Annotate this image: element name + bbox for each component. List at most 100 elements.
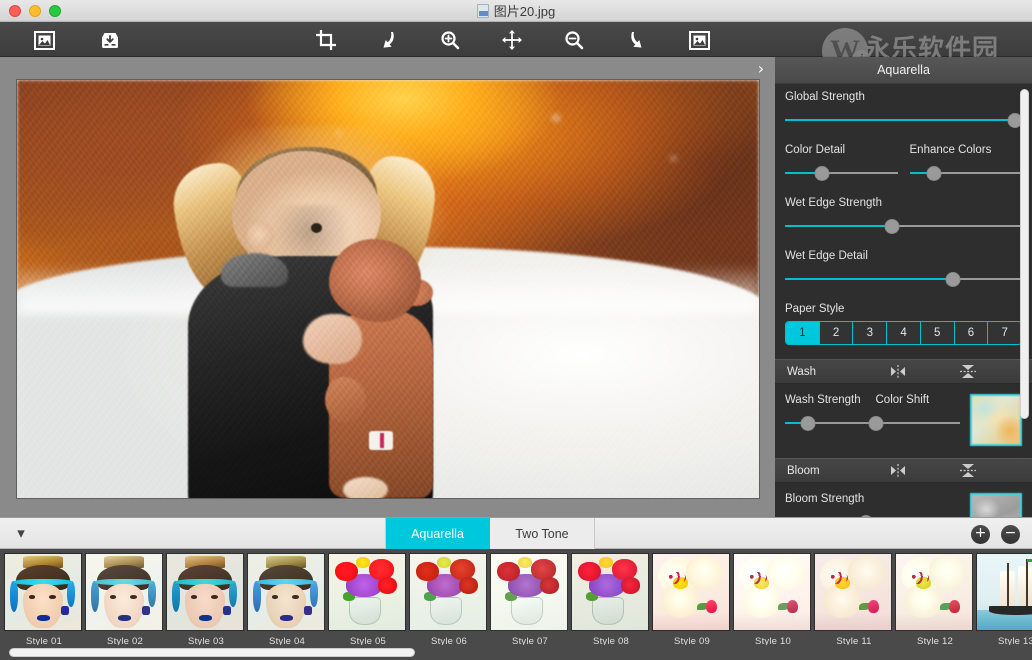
color-shift-label: Color Shift: [875, 394, 930, 406]
list-item[interactable]: Style 09: [652, 553, 732, 647]
crop-button[interactable]: [310, 26, 342, 54]
wash-section-header: Wash: [775, 359, 1032, 384]
mirror-horizontal-icon[interactable]: [887, 463, 909, 479]
thumbnail-image[interactable]: [85, 553, 163, 631]
expand-panel-chevron-icon[interactable]: ›: [753, 60, 769, 78]
list-item[interactable]: Style 10: [733, 553, 813, 647]
style-thumbnail-strip: Style 01 Style 02 Style 03 Style 04 Styl…: [0, 549, 1032, 660]
slider-knob[interactable]: [814, 166, 830, 181]
mirror-vertical-icon[interactable]: [957, 463, 979, 479]
color-shift-knob[interactable]: [868, 416, 884, 431]
title-bar: 图片20.jpg: [0, 0, 1032, 22]
global-strength-slider[interactable]: [785, 112, 1023, 128]
list-item[interactable]: Style 08: [571, 553, 651, 647]
redo-button[interactable]: [621, 26, 653, 54]
thumbnail-image[interactable]: [814, 553, 892, 631]
main-toolbar: W i 永乐软件园 mac.orsoon.com: [0, 22, 1032, 74]
thumbnail-scrollbar-thumb[interactable]: [9, 648, 415, 657]
enhance-colors-slider[interactable]: [909, 165, 1022, 181]
color-detail-slider[interactable]: [785, 165, 898, 181]
bloom-section-title: Bloom: [787, 464, 820, 477]
paper-style-label: Paper Style: [785, 303, 845, 315]
open-image-button[interactable]: [28, 26, 60, 54]
paper-style-6[interactable]: 6: [954, 322, 989, 344]
list-item[interactable]: Style 01: [4, 553, 84, 647]
panel-scrollbar-thumb[interactable]: [1020, 89, 1029, 419]
thumbnail-scrollbar[interactable]: [0, 645, 1032, 660]
chevron-down-icon[interactable]: ▾: [0, 517, 42, 549]
tab-two-tone[interactable]: Two Tone: [490, 518, 595, 550]
wash-texture-swatch[interactable]: [970, 394, 1022, 446]
save-image-button[interactable]: [94, 26, 126, 54]
wash-strength-slider[interactable]: [785, 415, 960, 431]
thumbnail-list: Style 01 Style 02 Style 03 Style 04 Styl…: [0, 549, 1032, 647]
zoom-in-button[interactable]: [434, 26, 466, 54]
slider-knob[interactable]: [884, 219, 900, 234]
list-item[interactable]: Style 12: [895, 553, 975, 647]
magnifier-plus-icon: [440, 30, 460, 50]
list-item[interactable]: Style 04: [247, 553, 327, 647]
detail-row: Color Detail Enhance Colors: [785, 144, 1022, 197]
panel-title: Aquarella: [877, 63, 930, 77]
thumbnail-image[interactable]: [571, 553, 649, 631]
wet-edge-detail-label: Wet Edge Detail: [785, 250, 868, 262]
paper-style-7[interactable]: 7: [988, 322, 1021, 344]
bloom-section-header: Bloom: [775, 458, 1032, 483]
thumbnail-image[interactable]: [490, 553, 568, 631]
list-item[interactable]: Style 13: [976, 553, 1032, 647]
list-item[interactable]: Style 07: [490, 553, 570, 647]
wet-edge-strength-slider[interactable]: [785, 218, 1022, 234]
remove-preset-button[interactable]: −: [1001, 525, 1020, 544]
slider-fill: [785, 278, 954, 280]
bloom-texture-swatch[interactable]: [970, 493, 1022, 517]
mirror-horizontal-icon[interactable]: [887, 364, 909, 380]
paper-style-2[interactable]: 2: [819, 322, 854, 344]
zoom-out-button[interactable]: [558, 26, 590, 54]
paper-style-3[interactable]: 3: [853, 322, 888, 344]
thumbnail-image[interactable]: [895, 553, 973, 631]
list-item[interactable]: Style 03: [166, 553, 246, 647]
fit-to-screen-button[interactable]: [683, 26, 715, 54]
paper-style-4[interactable]: 4: [887, 322, 921, 344]
list-item[interactable]: Style 06: [409, 553, 489, 647]
effect-settings-panel: Aquarella Global Strength Color Detail E…: [775, 57, 1032, 517]
undo-button[interactable]: [372, 26, 404, 54]
list-item[interactable]: Style 11: [814, 553, 894, 647]
wash-controls-row: Wash Strength Color Shift: [785, 394, 1022, 446]
panel-scrollbar[interactable]: [1020, 89, 1029, 509]
image-frame-icon: [33, 30, 55, 50]
list-item[interactable]: Style 02: [85, 553, 165, 647]
window-title: 图片20.jpg: [0, 1, 1032, 20]
magnifier-minus-icon: [564, 30, 584, 50]
add-preset-button[interactable]: +: [971, 525, 990, 544]
mirror-vertical-icon[interactable]: [957, 364, 979, 380]
thumbnail-image[interactable]: [247, 553, 325, 631]
thumbnail-image[interactable]: [976, 553, 1032, 631]
paper-style-1[interactable]: 1: [786, 322, 820, 344]
slider-knob[interactable]: [800, 416, 816, 431]
slider-knob[interactable]: [926, 166, 942, 181]
preset-tab-bar: ▾ Aquarella Two Tone + −: [0, 517, 1032, 550]
tab-aquarella[interactable]: Aquarella: [385, 518, 490, 550]
thumbnail-image[interactable]: [328, 553, 406, 631]
thumbnail-image[interactable]: [166, 553, 244, 631]
pan-button[interactable]: [496, 26, 528, 54]
move-arrows-icon: [502, 30, 522, 50]
save-download-icon: [99, 31, 121, 50]
panel-body: Global Strength Color Detail Enhance Col…: [775, 85, 1032, 517]
thumbnail-image[interactable]: [733, 553, 811, 631]
thumbnail-image[interactable]: [652, 553, 730, 631]
wet-edge-detail-slider[interactable]: [785, 271, 1022, 287]
crop-icon: [316, 30, 336, 50]
slider-fill: [785, 225, 892, 227]
wash-section-title: Wash: [787, 365, 816, 378]
thumbnail-image[interactable]: [409, 553, 487, 631]
fit-image-icon: [688, 30, 710, 50]
thumbnail-image[interactable]: [4, 553, 82, 631]
redo-arrow-icon: [627, 30, 647, 50]
slider-knob[interactable]: [945, 272, 961, 287]
list-item[interactable]: Style 05: [328, 553, 408, 647]
image-preview[interactable]: [16, 79, 760, 499]
paper-style-5[interactable]: 5: [920, 322, 955, 344]
window-title-text: 图片20.jpg: [493, 4, 556, 19]
